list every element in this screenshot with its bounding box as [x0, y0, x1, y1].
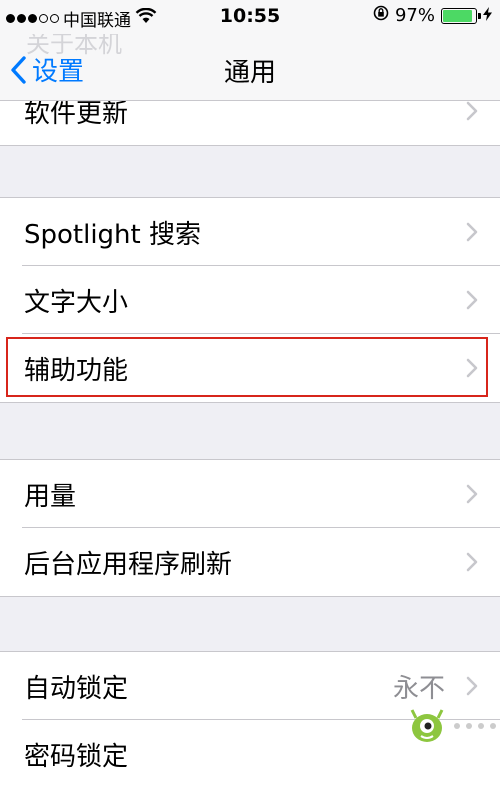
row-label: Spotlight 搜索	[24, 220, 201, 250]
page-title: 通用	[223, 58, 276, 88]
status-right: 97%	[373, 5, 492, 26]
row-usage[interactable]: 用量	[0, 460, 500, 528]
chevron-right-icon	[466, 101, 478, 121]
row-value: 永不	[392, 674, 445, 704]
battery-percent: 97%	[394, 5, 435, 26]
row-label: 用量	[24, 482, 77, 512]
row-label: 密码锁定	[24, 742, 129, 772]
chevron-right-icon	[466, 484, 478, 504]
navigation-bar: 关于本机 设置 通用	[0, 30, 500, 101]
chevron-right-icon	[466, 552, 478, 572]
row-text-size[interactable]: 文字大小	[0, 266, 500, 334]
chevron-right-icon	[466, 290, 478, 310]
row-label: 后台应用程序刷新	[24, 550, 233, 580]
charging-bolt-icon	[483, 5, 492, 26]
mascot-icon	[410, 709, 444, 742]
settings-group-3: 用量 后台应用程序刷新	[0, 459, 500, 597]
rotation-lock-icon	[373, 5, 389, 26]
chevron-right-icon	[466, 222, 478, 242]
watermark-dots	[454, 723, 496, 729]
row-label: 自动锁定	[24, 674, 129, 704]
row-label: 文字大小	[24, 288, 129, 318]
chevron-right-icon	[466, 676, 478, 696]
status-bar: 中国联通 10:55 97%	[0, 0, 500, 34]
row-background-app-refresh[interactable]: 后台应用程序刷新	[0, 528, 500, 596]
watermark-logo	[406, 706, 496, 746]
row-spotlight-search[interactable]: Spotlight 搜索	[0, 198, 500, 266]
battery-icon	[441, 7, 481, 24]
highlight-box	[6, 337, 488, 397]
